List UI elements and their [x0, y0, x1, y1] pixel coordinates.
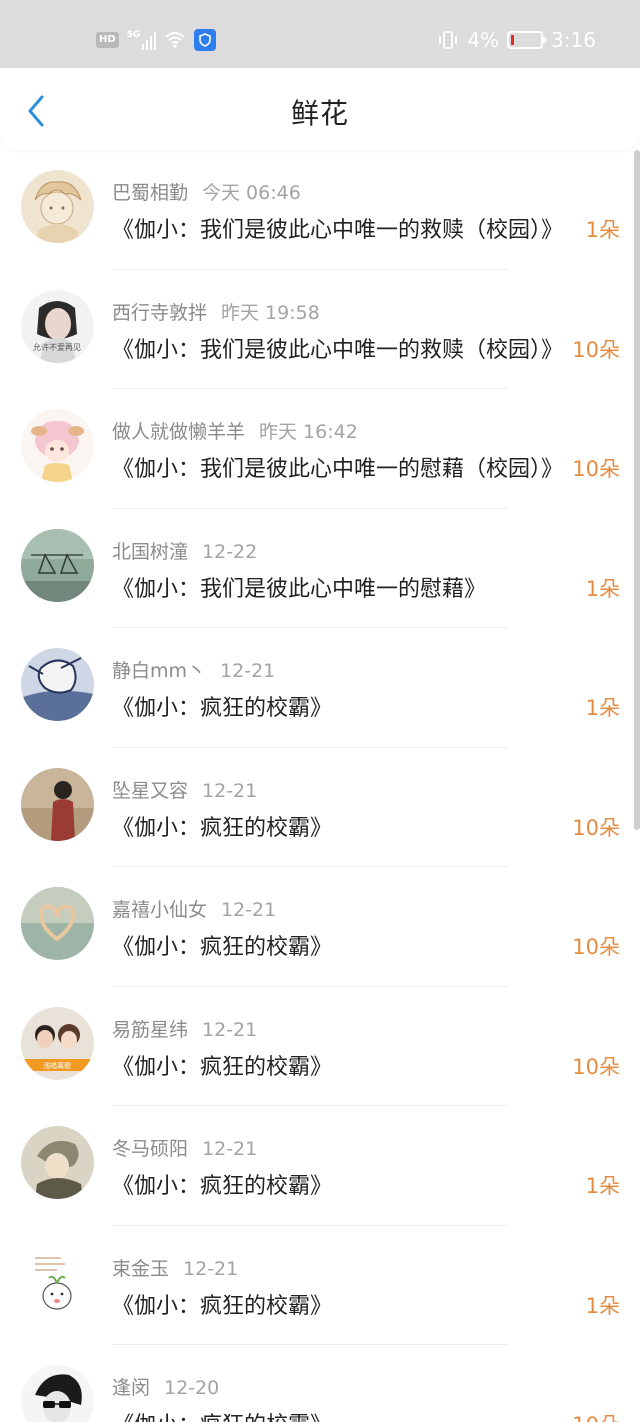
book-title: 《伽小：我们是彼此心中唯一的救赎（校园）》 — [112, 337, 564, 363]
avatar[interactable] — [21, 1126, 94, 1199]
sender-meta: 逢闵 12-20 — [112, 1373, 219, 1400]
send-time: 昨天 16:42 — [259, 421, 358, 443]
send-time: 今天 06:46 — [202, 182, 301, 204]
status-bar: HD 5G 4% 3:16 — [0, 0, 640, 68]
sender-name: 坠星又容 — [112, 779, 189, 802]
send-time: 12-21 — [183, 1257, 239, 1280]
signal-5g-icon: 5G — [127, 30, 157, 50]
send-time: 12-21 — [202, 1138, 258, 1160]
list-item[interactable]: 浅唱离歌 易筋星纬 12-21 《伽小：疯狂的校霸》 10朵 — [0, 987, 640, 1106]
scrollbar[interactable] — [634, 150, 640, 830]
book-title: 《伽小：我们是彼此心中唯一的慰藉》 — [112, 576, 487, 602]
avatar[interactable] — [21, 528, 94, 602]
avatar[interactable] — [21, 170, 94, 243]
sender-name: 西行寺敦拌 — [112, 301, 208, 324]
flower-count: 10朵 — [572, 1409, 620, 1422]
flower-count: 1朵 — [585, 218, 620, 242]
avatar[interactable] — [21, 1245, 94, 1319]
battery-percent: 4% — [467, 28, 500, 52]
sender-meta: 西行寺敦拌 昨天 19:58 — [112, 298, 320, 325]
sender-meta: 北国树潼 12-22 — [112, 537, 257, 564]
list-item[interactable]: 坠星又容 12-21 《伽小：疯狂的校霸》 10朵 — [0, 748, 640, 867]
send-time: 12-21 — [220, 660, 276, 682]
avatar[interactable]: 允许不爱再见 — [21, 289, 94, 363]
sender-name: 嘉禧小仙女 — [112, 899, 208, 921]
list-item[interactable]: 做人就做懒羊羊 昨天 16:42 《伽小：我们是彼此心中唯一的慰藉（校园）》 10… — [0, 389, 640, 509]
list-item[interactable]: 北国树潼 12-22 《伽小：我们是彼此心中唯一的慰藉》 1朵 — [0, 509, 640, 628]
flower-count: 1朵 — [585, 576, 620, 601]
sender-meta: 嘉禧小仙女 12-21 — [112, 895, 276, 922]
sender-meta: 易筋星纬 12-21 — [112, 1015, 257, 1042]
flower-count: 10朵 — [572, 457, 620, 481]
list-item[interactable]: 允许不爱再见 西行寺敦拌 昨天 19:58 《伽小：我们是彼此心中唯一的救赎（校园… — [0, 270, 640, 389]
send-time: 12-21 — [221, 899, 277, 921]
sender-meta: 冬马硕阳 12-21 — [112, 1134, 257, 1161]
list-item[interactable]: 冬马硕阳 12-21 《伽小：疯狂的校霸》 1朵 — [0, 1106, 640, 1226]
send-time: 12-20 — [164, 1377, 220, 1399]
send-time: 12-21 — [202, 1018, 258, 1041]
sender-meta: 束金玉 12-21 — [112, 1254, 238, 1281]
flower-list: 巴蜀相勤 今天 06:46 《伽小：我们是彼此心中唯一的救赎（校园）》 1朵 允许… — [0, 150, 640, 1422]
avatar[interactable]: 浅唱离歌 — [21, 1006, 94, 1080]
avatar[interactable] — [21, 767, 94, 841]
book-title: 《伽小：疯狂的校霸》 — [112, 1174, 333, 1199]
send-time: 12-21 — [202, 779, 258, 802]
book-title: 《伽小：疯狂的校霸》 — [112, 815, 333, 841]
send-time: 12-22 — [202, 540, 258, 563]
book-title: 《伽小：疯狂的校霸》 — [112, 696, 333, 721]
avatar[interactable] — [21, 409, 94, 482]
sender-name: 北国树潼 — [112, 540, 189, 563]
sender-name: 做人就做懒羊羊 — [112, 421, 246, 443]
status-bar-right: 4% 3:16 — [437, 28, 596, 52]
hd-icon: HD — [96, 32, 119, 48]
sender-meta: 静白mm丶 12-21 — [112, 656, 275, 683]
sender-name: 逢闵 — [112, 1377, 151, 1399]
page-title: 鲜花 — [290, 97, 349, 130]
avatar[interactable] — [21, 1365, 94, 1422]
svg-text:允许不爱再见: 允许不爱再见 — [33, 342, 81, 352]
flower-count: 10朵 — [572, 935, 620, 959]
status-bar-left: HD 5G — [96, 29, 217, 51]
sender-name: 冬马硕阳 — [112, 1138, 189, 1160]
list-item[interactable]: 逢闵 12-20 《伽小：疯狂的校霸》 10朵 — [0, 1345, 640, 1422]
avatar[interactable] — [21, 887, 94, 960]
sender-meta: 坠星又容 12-21 — [112, 776, 257, 803]
list-item[interactable]: 嘉禧小仙女 12-21 《伽小：疯狂的校霸》 10朵 — [0, 867, 640, 987]
book-title: 《伽小：疯狂的校霸》 — [112, 1054, 333, 1080]
sender-name: 易筋星纬 — [112, 1018, 189, 1041]
clock: 3:16 — [551, 28, 596, 52]
sender-name: 静白mm丶 — [112, 660, 207, 682]
list-item[interactable]: 巴蜀相勤 今天 06:46 《伽小：我们是彼此心中唯一的救赎（校园）》 1朵 — [0, 150, 640, 270]
send-time: 昨天 19:58 — [221, 301, 320, 324]
list-item[interactable]: 束金玉 12-21 《伽小：疯狂的校霸》 1朵 — [0, 1226, 640, 1345]
flower-count: 10朵 — [572, 815, 620, 840]
flower-count: 1朵 — [585, 1293, 620, 1318]
book-title: 《伽小：疯狂的校霸》 — [112, 935, 333, 960]
sender-name: 束金玉 — [112, 1257, 170, 1280]
battery-icon — [507, 31, 547, 49]
list-item[interactable]: 静白mm丶 12-21 《伽小：疯狂的校霸》 1朵 — [0, 628, 640, 748]
wifi-icon — [165, 32, 185, 48]
sender-name: 巴蜀相勤 — [112, 182, 189, 204]
flower-count: 10朵 — [572, 1054, 620, 1079]
shield-icon — [194, 29, 217, 51]
book-title: 《伽小：疯狂的校霸》 — [112, 1407, 574, 1422]
sender-meta: 巴蜀相勤 今天 06:46 — [112, 178, 301, 205]
book-title: 《伽小：疯狂的校霸》 — [112, 1293, 333, 1319]
svg-text:浅唱离歌: 浅唱离歌 — [43, 1061, 71, 1070]
flower-count: 1朵 — [585, 696, 620, 720]
vibrate-icon — [439, 31, 458, 49]
book-title: 《伽小：我们是彼此心中唯一的慰藉（校园）》 — [112, 457, 564, 482]
sender-meta: 做人就做懒羊羊 昨天 16:42 — [112, 417, 358, 444]
flower-count: 1朵 — [585, 1174, 620, 1198]
avatar[interactable] — [21, 648, 94, 721]
book-title: 《伽小：我们是彼此心中唯一的救赎（校园）》 — [112, 218, 564, 243]
flower-count: 10朵 — [572, 337, 620, 362]
header: 鲜花 — [0, 68, 640, 150]
